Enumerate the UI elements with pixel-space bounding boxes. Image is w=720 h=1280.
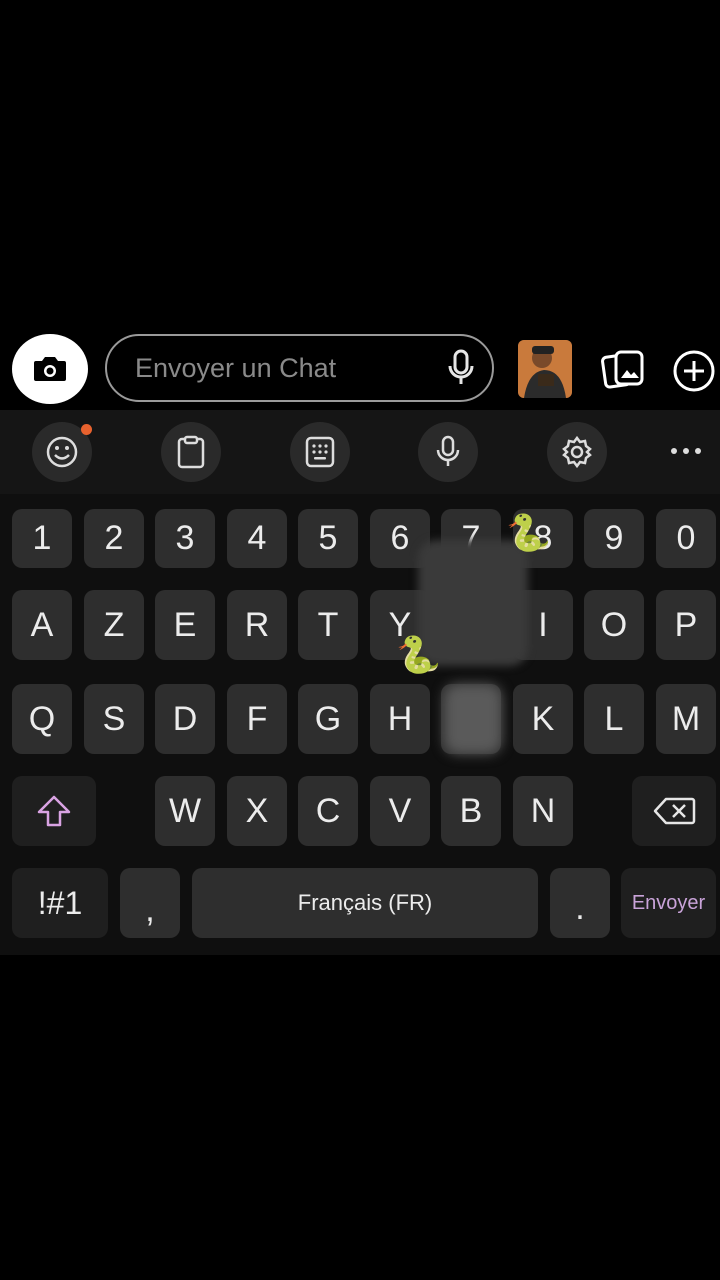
clipboard-button[interactable] xyxy=(161,422,221,482)
comma-key[interactable]: , xyxy=(120,868,180,938)
snake-sticker: 🐍 xyxy=(506,512,551,553)
add-button[interactable] xyxy=(671,348,717,394)
key-4[interactable]: 4 xyxy=(227,509,287,568)
voice-input-button[interactable] xyxy=(418,422,478,482)
key-x[interactable]: X xyxy=(227,776,287,846)
key-q[interactable]: Q xyxy=(12,684,72,754)
key-l[interactable]: L xyxy=(584,684,644,754)
emoji-icon xyxy=(46,436,78,468)
key-0[interactable]: 0 xyxy=(656,509,716,568)
shift-icon xyxy=(37,795,71,827)
key-d[interactable]: D xyxy=(155,684,215,754)
keypad-icon xyxy=(305,436,335,468)
key-9[interactable]: 9 xyxy=(584,509,644,568)
key-f[interactable]: F xyxy=(227,684,287,754)
more-icon xyxy=(671,448,701,454)
key-2[interactable]: 2 xyxy=(84,509,144,568)
key-a[interactable]: A xyxy=(12,590,72,660)
keypad-button[interactable] xyxy=(290,422,350,482)
camera-button[interactable] xyxy=(12,334,88,404)
key-h[interactable]: H xyxy=(370,684,430,754)
avatar[interactable] xyxy=(518,340,572,398)
key-5[interactable]: 5 xyxy=(298,509,358,568)
camera-icon xyxy=(34,357,66,381)
mic-icon[interactable] xyxy=(446,348,476,388)
key-g[interactable]: G xyxy=(298,684,358,754)
notification-dot xyxy=(81,424,92,435)
key-e[interactable]: E xyxy=(155,590,215,660)
period-key[interactable]: . xyxy=(550,868,610,938)
gallery-icon xyxy=(601,350,644,389)
key-r[interactable]: R xyxy=(227,590,287,660)
key-v[interactable]: V xyxy=(370,776,430,846)
key-z[interactable]: Z xyxy=(84,590,144,660)
key-w[interactable]: W xyxy=(155,776,215,846)
mic-icon xyxy=(436,435,460,466)
key-t[interactable]: T xyxy=(298,590,358,660)
key-1[interactable]: 1 xyxy=(12,509,72,568)
snake-sticker: 🐍 xyxy=(396,634,441,675)
backspace-icon xyxy=(653,797,696,825)
space-key[interactable]: Français (FR) xyxy=(192,868,538,938)
symbols-key[interactable]: !#1 xyxy=(12,868,108,938)
settings-button[interactable] xyxy=(547,422,607,482)
key-p[interactable]: P xyxy=(656,590,716,660)
key-s[interactable]: S xyxy=(84,684,144,754)
send-key[interactable]: Envoyer xyxy=(621,868,716,938)
keyboard-toolbar xyxy=(0,410,720,494)
key-k[interactable]: K xyxy=(513,684,573,754)
clipboard-icon xyxy=(177,435,205,469)
key-b[interactable]: B xyxy=(441,776,501,846)
key-o[interactable]: O xyxy=(584,590,644,660)
chat-input[interactable]: Envoyer un Chat xyxy=(105,334,494,402)
plus-circle-icon xyxy=(673,350,715,392)
chat-input-placeholder: Envoyer un Chat xyxy=(135,352,337,383)
more-button[interactable] xyxy=(662,436,710,466)
pressed-key-highlight xyxy=(444,684,502,754)
key-c[interactable]: C xyxy=(298,776,358,846)
gallery-button[interactable] xyxy=(600,348,646,392)
settings-icon xyxy=(562,435,592,469)
backspace-key[interactable] xyxy=(632,776,716,846)
key-n[interactable]: N xyxy=(513,776,573,846)
shift-key[interactable] xyxy=(12,776,96,846)
key-m[interactable]: M xyxy=(656,684,716,754)
key-3[interactable]: 3 xyxy=(155,509,215,568)
